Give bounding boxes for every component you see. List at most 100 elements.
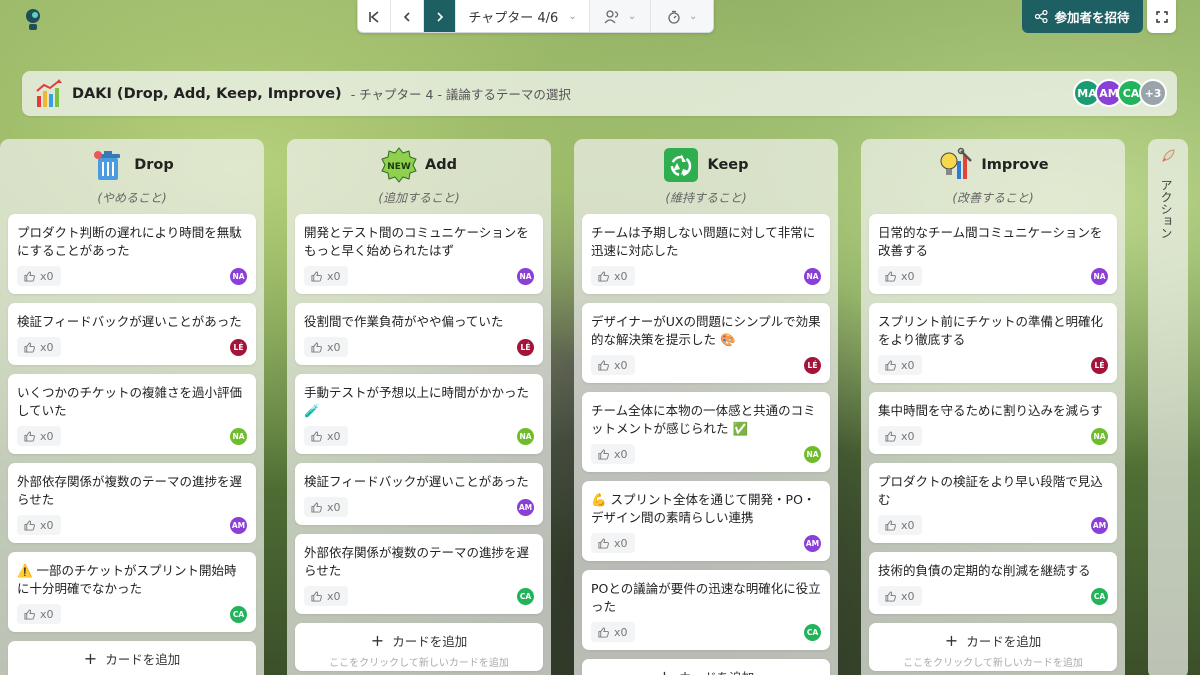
like-count: x0 <box>327 269 341 283</box>
column-title: Improve <box>981 157 1049 173</box>
retro-card[interactable]: チームは予期しない問題に対して非常に迅速に対応した x0 NA <box>582 214 830 294</box>
retro-card[interactable]: 開発とテスト間のコミュニケーションをもっと早く始められたはず x0 NA <box>295 214 543 294</box>
add-card-button[interactable]: +カードを追加ここをクリックして新しいカードを追加 <box>869 623 1117 671</box>
retro-card[interactable]: プロダクトの検証をより早い段階で見込む x0 AM <box>869 463 1117 543</box>
like-button[interactable]: x0 <box>878 355 922 375</box>
retro-card[interactable]: 手動テストが予想以上に時間がかかった 🧪 x0 NA <box>295 374 543 454</box>
author-badge: LÉ <box>517 338 534 356</box>
thumbs-up-icon <box>598 626 609 638</box>
like-button[interactable]: x0 <box>878 266 922 286</box>
card-text: 💪 スプリント全体を通じて開発・PO・デザイン間の素晴らしい連携 <box>591 492 816 525</box>
chapter-select[interactable]: チャプター 4/6 ⌄ <box>456 0 590 32</box>
like-count: x0 <box>327 340 341 354</box>
add-card-label: カードを追加 <box>105 652 181 667</box>
add-card-button[interactable]: +カードを追加ここをクリックして新しいカードを追加 <box>295 623 543 671</box>
like-count: x0 <box>40 607 54 621</box>
retro-card[interactable]: 検証フィードバックが遅いことがあった x0 AM <box>295 463 543 525</box>
thumbs-up-icon <box>598 359 609 371</box>
like-count: x0 <box>614 358 628 372</box>
avatar[interactable]: +3 <box>1139 79 1167 107</box>
like-button[interactable]: x0 <box>591 266 635 286</box>
next-chapter-button[interactable] <box>423 0 457 32</box>
fullscreen-button[interactable] <box>1147 0 1176 33</box>
like-button[interactable]: x0 <box>17 426 61 446</box>
retro-card[interactable]: デザイナーがUXの問題にシンプルで効果的な解決策を提示した 🎨 x0 LÉ <box>582 303 830 383</box>
retro-card[interactable]: 外部依存関係が複数のテーマの進捗を遅らせた x0 AM <box>8 463 256 543</box>
like-button[interactable]: x0 <box>304 426 348 446</box>
column-title: Drop <box>134 157 174 173</box>
thumbs-up-icon <box>885 590 896 602</box>
add-card-hint: ここをクリックして新しいカードを追加 <box>329 658 509 669</box>
like-button[interactable]: x0 <box>591 444 635 464</box>
participants-dropdown[interactable]: ⌄ <box>589 0 652 32</box>
retro-card[interactable]: 役割間で作業負荷がやや偏っていた x0 LÉ <box>295 303 543 365</box>
like-button[interactable]: x0 <box>304 337 348 357</box>
retro-card[interactable]: 技術的負債の定期的な削減を継続する x0 CA <box>869 552 1117 614</box>
like-button[interactable]: x0 <box>304 497 348 517</box>
like-button[interactable]: x0 <box>17 337 61 357</box>
like-button[interactable]: x0 <box>591 533 635 553</box>
like-count: x0 <box>614 447 628 461</box>
retro-card[interactable]: チーム全体に本物の一体感と共通のコミットメントが感じられた ✅ x0 NA <box>582 392 830 472</box>
like-count: x0 <box>614 536 628 550</box>
thumbs-up-icon <box>311 430 322 442</box>
first-chapter-button[interactable] <box>358 0 391 32</box>
like-button[interactable]: x0 <box>17 515 61 535</box>
timer-dropdown[interactable]: ⌄ <box>651 0 713 32</box>
like-button[interactable]: x0 <box>878 586 922 606</box>
previous-chapter-button[interactable] <box>391 0 424 32</box>
card-text: 日常的なチーム間コミュニケーションを改善する <box>878 225 1103 258</box>
add-card-button[interactable]: +カードを追加ここをクリックして新しいカードを追加 <box>582 659 830 675</box>
like-button[interactable]: x0 <box>591 355 635 375</box>
add-card-hint: ここをクリックして新しいカードを追加 <box>903 658 1083 669</box>
author-badge: CA <box>230 605 247 623</box>
add-card-label: カードを追加 <box>966 634 1042 649</box>
author-badge: NA <box>804 267 821 285</box>
chapter-subtitle: - チャプター 4 - 議論するテーマの選択 <box>350 87 571 102</box>
plus-icon: + <box>83 649 98 668</box>
chapter-toolbar: チャプター 4/6 ⌄ ⌄ ⌄ <box>357 0 714 33</box>
like-button[interactable]: x0 <box>17 604 61 624</box>
add-card-button[interactable]: +カードを追加ここをクリックして新しいカードを追加 <box>8 641 256 675</box>
like-button[interactable]: x0 <box>591 622 635 642</box>
thumbs-up-icon <box>885 270 896 282</box>
retro-card[interactable]: 外部依存関係が複数のテーマの進捗を遅らせた x0 CA <box>295 534 543 614</box>
card-text: スプリント前にチケットの準備と明確化をより徹底する <box>878 314 1104 347</box>
like-count: x0 <box>327 589 341 603</box>
like-count: x0 <box>327 429 341 443</box>
share-icon <box>1035 10 1049 23</box>
retro-card[interactable]: 💪 スプリント全体を通じて開発・PO・デザイン間の素晴らしい連携 x0 AM <box>582 481 830 561</box>
column-subtitle: (維持すること) <box>665 191 747 205</box>
like-count: x0 <box>901 429 915 443</box>
participant-avatars[interactable]: MA AM CA +3 <box>1073 79 1167 107</box>
skip-start-icon <box>369 10 379 23</box>
like-button[interactable]: x0 <box>878 515 922 535</box>
like-button[interactable]: x0 <box>304 266 348 286</box>
author-badge: CA <box>804 623 821 641</box>
chevron-down-icon: ⌄ <box>688 11 698 22</box>
column-drop: Drop (やめること) プロダクト判断の遅れにより時間を無駄にすることがあった x0… <box>0 139 264 675</box>
retro-card[interactable]: いくつかのチケットの複雑さを過小評価していた x0 NA <box>8 374 256 454</box>
actions-panel-tab[interactable]: アクション <box>1148 139 1188 675</box>
actions-label: アクション <box>1159 179 1173 239</box>
like-button[interactable]: x0 <box>17 266 61 286</box>
author-badge: CA <box>1091 587 1108 605</box>
invite-participants-button[interactable]: 参加者を招待 <box>1022 0 1143 33</box>
card-text: ⚠️ 一部のチケットがスプリント開始時に十分明確でなかった <box>17 563 237 596</box>
like-button[interactable]: x0 <box>304 586 348 606</box>
chevron-right-icon <box>436 11 443 22</box>
retro-card[interactable]: ⚠️ 一部のチケットがスプリント開始時に十分明確でなかった x0 CA <box>8 552 256 632</box>
retro-card[interactable]: 集中時間を守るために割り込みを減らす x0 NA <box>869 392 1117 454</box>
card-text: プロダクト判断の遅れにより時間を無駄にすることがあった <box>17 225 242 258</box>
column-title: Keep <box>707 157 749 173</box>
retro-card[interactable]: 日常的なチーム間コミュニケーションを改善する x0 NA <box>869 214 1117 294</box>
like-button[interactable]: x0 <box>878 426 922 446</box>
like-count: x0 <box>40 340 54 354</box>
board-title: DAKI (Drop, Add, Keep, Improve) <box>72 85 342 102</box>
retro-card[interactable]: POとの議論が要件の迅速な明確化に役立った x0 CA <box>582 570 830 650</box>
retro-card[interactable]: 検証フィードバックが遅いことがあった x0 LÉ <box>8 303 256 365</box>
retro-card[interactable]: プロダクト判断の遅れにより時間を無駄にすることがあった x0 NA <box>8 214 256 294</box>
column-keep: Keep (維持すること) チームは予期しない問題に対して非常に迅速に対応した x0 N… <box>574 139 838 675</box>
thumbs-up-icon <box>311 501 322 513</box>
retro-card[interactable]: スプリント前にチケットの準備と明確化をより徹底する x0 LÉ <box>869 303 1117 383</box>
